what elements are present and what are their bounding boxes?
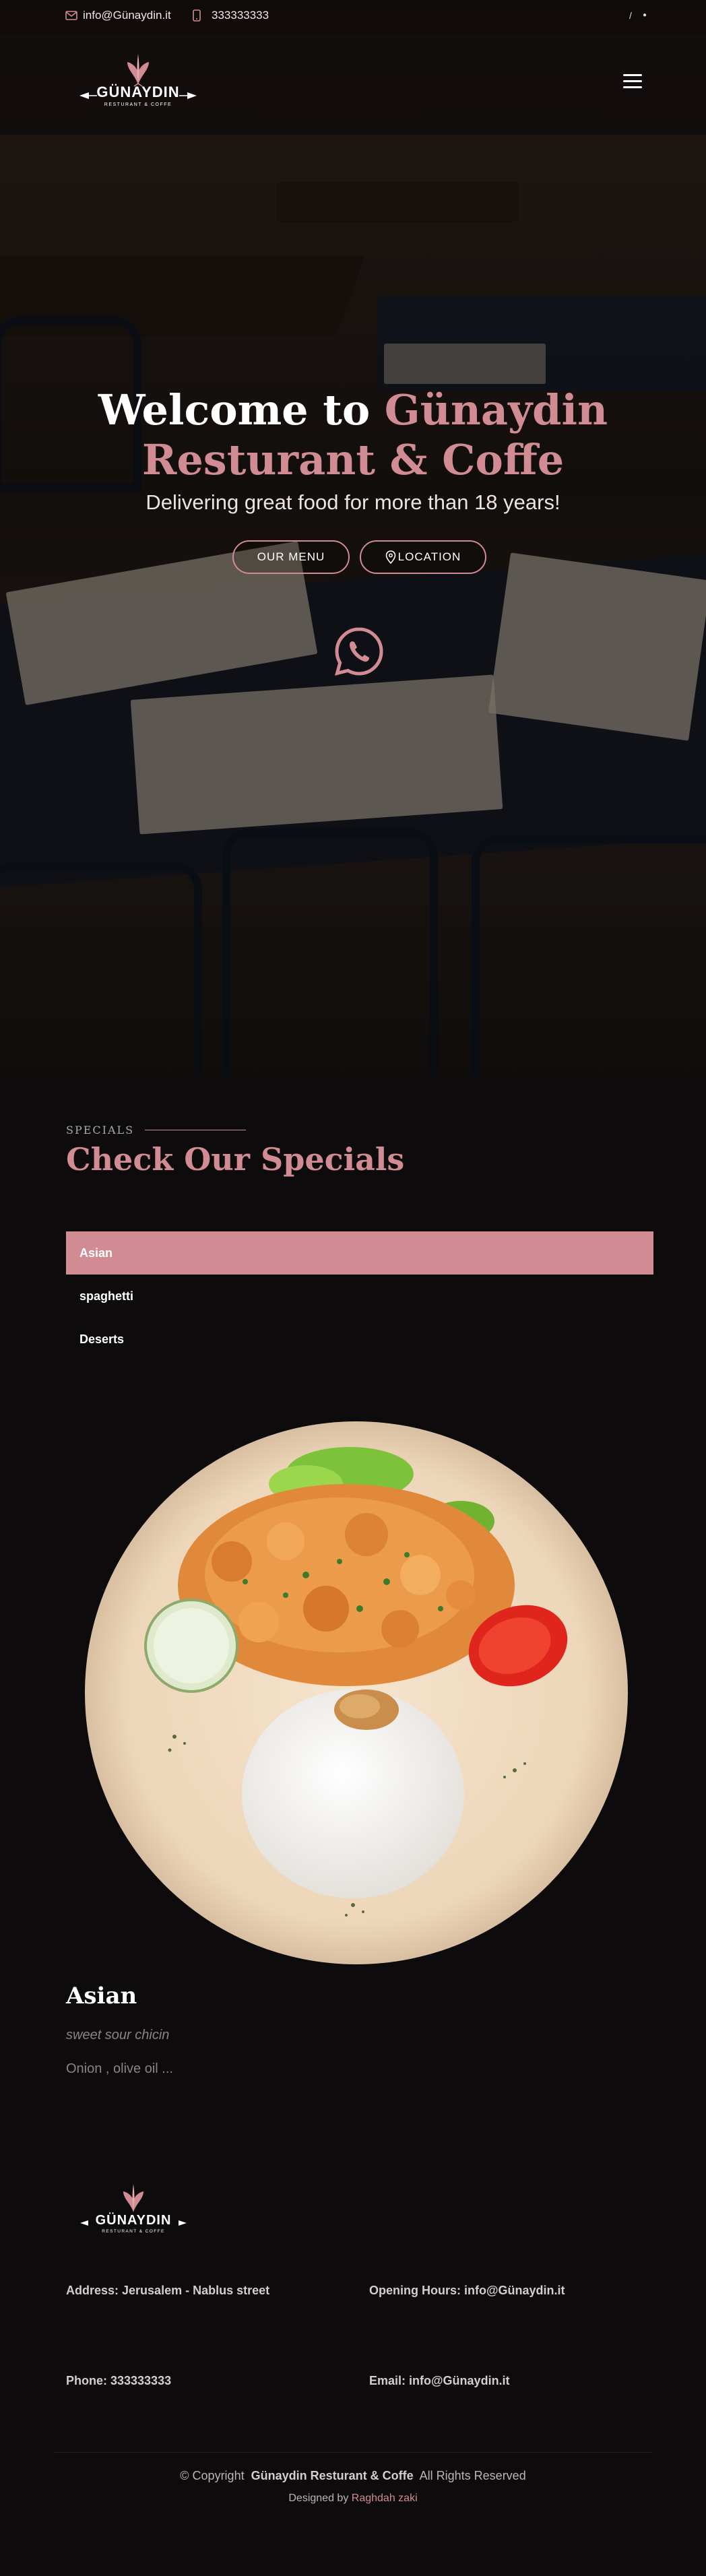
copyright-prefix: © Copyright bbox=[180, 2469, 245, 2482]
svg-text:GÜNAYDIN: GÜNAYDIN bbox=[96, 84, 179, 100]
footer-phone: Phone: 333333333 bbox=[66, 2374, 172, 2387]
site-header: GÜNAYDIN RESTURANT & COFFE bbox=[0, 34, 706, 135]
footer-address: Address: Jerusalem - Nablus street bbox=[66, 2284, 270, 2297]
svg-text:GÜNAYDIN: GÜNAYDIN bbox=[96, 2212, 172, 2228]
copyright: © Copyright Günaydin Resturant & Coffe A… bbox=[0, 2469, 706, 2483]
phone-icon bbox=[193, 9, 201, 22]
location-label: LOCATION bbox=[397, 550, 461, 563]
hero-overlay bbox=[0, 0, 706, 1076]
our-menu-button[interactable]: OUR MENU bbox=[232, 540, 350, 574]
hamburger-line bbox=[623, 74, 642, 76]
hero-title-white: Welcome to bbox=[98, 385, 385, 434]
hero-title: Welcome to Günaydin Resturant & Coffe bbox=[0, 385, 706, 485]
tab-asian[interactable]: Asian bbox=[66, 1231, 653, 1275]
specials-section: SPECIALS Check Our Specials Asian spaghe… bbox=[0, 1076, 706, 2131]
footer-email: Email: info@Günaydin.it bbox=[369, 2374, 510, 2387]
specials-title: Check Our Specials bbox=[66, 1141, 405, 1178]
social-link-1[interactable]: / bbox=[629, 10, 632, 21]
copyright-suffix: All Rights Reserved bbox=[419, 2469, 526, 2482]
menu-toggle-button[interactable] bbox=[623, 74, 642, 90]
footer-logo-leaf-icon bbox=[123, 2184, 143, 2212]
tab-deserts[interactable]: Deserts bbox=[66, 1318, 653, 1361]
topbar-phone-text: 333333333 bbox=[212, 9, 269, 22]
dish-subtitle: sweet sour chicin bbox=[66, 2028, 170, 2042]
hero-title-brand-2: Resturant & Coffe bbox=[141, 435, 565, 484]
svg-text:RESTURANT & COFFE: RESTURANT & COFFE bbox=[102, 2229, 164, 2234]
hamburger-line bbox=[623, 86, 642, 88]
our-menu-label: OUR MENU bbox=[257, 550, 325, 563]
footer-hours: Opening Hours: info@Günaydin.it bbox=[369, 2284, 565, 2297]
top-contact-bar: info@Günaydin.it 333333333 / ● bbox=[0, 0, 706, 34]
logo-leaf-icon bbox=[127, 54, 149, 87]
topbar-email[interactable]: info@Günaydin.it bbox=[65, 9, 171, 22]
tab-spaghetti[interactable]: spaghetti bbox=[66, 1275, 653, 1318]
topbar-email-text: info@Günaydin.it bbox=[83, 9, 171, 22]
specials-eyebrow-text: SPECIALS bbox=[66, 1124, 135, 1136]
footer-logo[interactable]: GÜNAYDIN RESTURANT & COFFE bbox=[76, 2179, 191, 2243]
dish-title: Asian bbox=[66, 1983, 137, 2009]
footer-divider bbox=[54, 2452, 652, 2453]
copyright-brand: Günaydin Resturant & Coffe bbox=[251, 2469, 414, 2482]
dish-ingredients: Onion , olive oil ... bbox=[66, 2061, 173, 2076]
brand-logo[interactable]: GÜNAYDIN RESTURANT & COFFE bbox=[74, 49, 202, 116]
map-pin-icon bbox=[385, 550, 395, 564]
whatsapp-icon[interactable] bbox=[333, 625, 385, 678]
svg-text:RESTURANT & COFFE: RESTURANT & COFFE bbox=[104, 102, 172, 107]
location-button[interactable]: LOCATION bbox=[360, 540, 486, 574]
hamburger-line bbox=[623, 80, 642, 82]
designed-by: Designed by Raghdah zaki bbox=[0, 2492, 706, 2505]
envelope-icon bbox=[65, 11, 77, 20]
hero-title-brand: Günaydin bbox=[384, 385, 608, 434]
dish-image bbox=[85, 1421, 628, 1964]
designed-by-prefix: Designed by bbox=[288, 2492, 349, 2504]
hero-section: Welcome to Günaydin Resturant & Coffe De… bbox=[0, 0, 706, 1076]
specials-tabs: Asian spaghetti Deserts bbox=[66, 1231, 653, 1361]
specials-eyebrow: SPECIALS bbox=[66, 1124, 247, 1136]
site-footer: GÜNAYDIN RESTURANT & COFFE Address: Jeru… bbox=[0, 2131, 706, 2576]
topbar-phone[interactable]: 333333333 bbox=[193, 9, 269, 22]
hero-subtitle: Delivering great food for more than 18 y… bbox=[146, 490, 560, 514]
social-link-2[interactable]: ● bbox=[643, 11, 647, 19]
designer-link[interactable]: Raghdah zaki bbox=[352, 2492, 418, 2504]
